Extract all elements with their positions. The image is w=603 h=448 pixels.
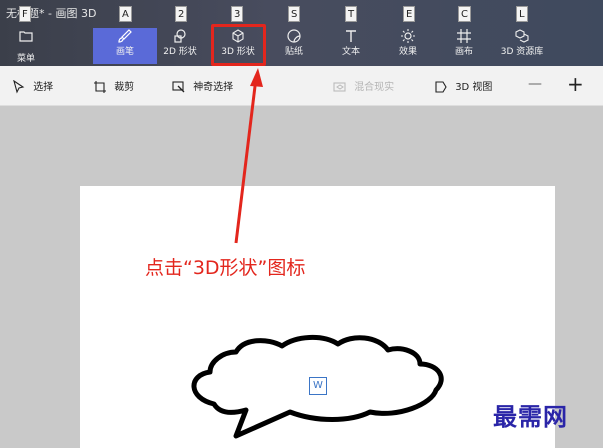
word-badge: W (309, 377, 327, 395)
annotation-arrowhead (250, 68, 263, 87)
annotation-text: 点击“3D形状”图标 (145, 257, 306, 279)
annotation-arrow (234, 77, 258, 244)
overlay-drawing (191, 68, 444, 439)
watermark: 最需网 (493, 402, 568, 431)
